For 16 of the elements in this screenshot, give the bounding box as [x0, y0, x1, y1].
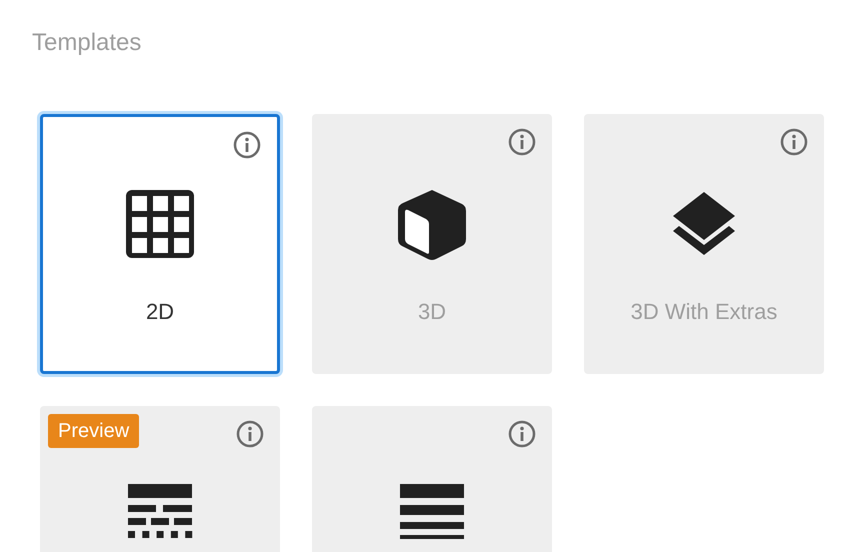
- preview-badge: Preview: [48, 414, 140, 448]
- info-icon[interactable]: [233, 131, 261, 159]
- template-label: 3D: [418, 298, 446, 326]
- template-card[interactable]: 3D With Extras: [584, 114, 824, 374]
- info-icon[interactable]: [508, 420, 536, 448]
- info-icon[interactable]: [780, 128, 808, 156]
- template-card[interactable]: 2D: [40, 114, 280, 374]
- template-card[interactable]: Preview: [40, 406, 280, 552]
- info-icon[interactable]: [508, 128, 536, 156]
- grid-icon: [124, 188, 196, 260]
- info-icon[interactable]: [236, 420, 264, 448]
- template-card[interactable]: 3D: [312, 114, 552, 374]
- template-label: 2D: [146, 298, 174, 326]
- template-label: 3D With Extras: [630, 298, 778, 326]
- section-title: Templates: [32, 28, 142, 58]
- cube-icon: [396, 188, 468, 260]
